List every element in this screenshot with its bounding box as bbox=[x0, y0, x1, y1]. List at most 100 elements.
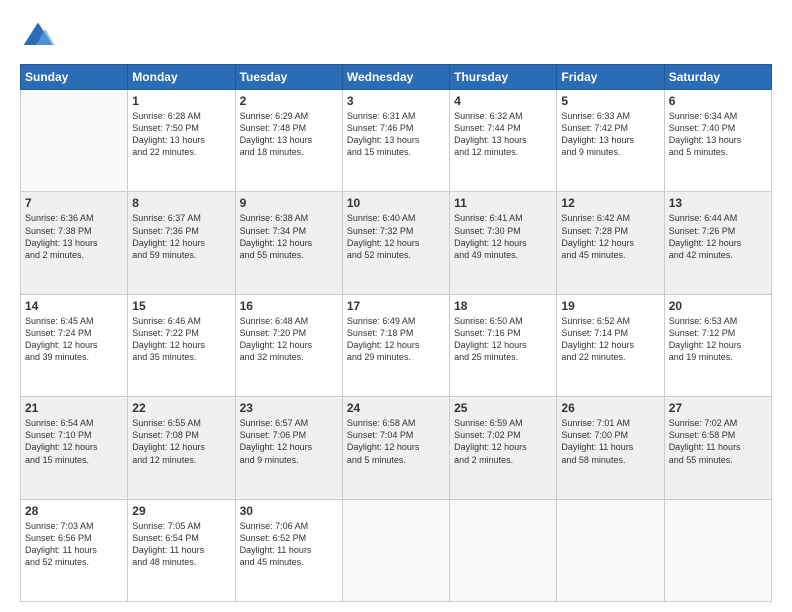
day-number: 18 bbox=[454, 299, 552, 313]
day-number: 20 bbox=[669, 299, 767, 313]
weekday-header-monday: Monday bbox=[128, 65, 235, 90]
calendar-cell: 15 Sunrise: 6:46 AMSunset: 7:22 PMDayligh… bbox=[128, 294, 235, 396]
calendar-cell: 6 Sunrise: 6:34 AMSunset: 7:40 PMDaylight… bbox=[664, 90, 771, 192]
day-info: Sunrise: 6:50 AMSunset: 7:16 PMDaylight:… bbox=[454, 315, 552, 364]
day-info: Sunrise: 6:58 AMSunset: 7:04 PMDaylight:… bbox=[347, 417, 445, 466]
day-info: Sunrise: 6:29 AMSunset: 7:48 PMDaylight:… bbox=[240, 110, 338, 159]
weekday-header-saturday: Saturday bbox=[664, 65, 771, 90]
calendar-cell: 3Sunrise: 6:31 AMSunset: 7:46 PMDaylight… bbox=[342, 90, 449, 192]
calendar-cell: 20 Sunrise: 6:53 AMSunset: 7:12 PMDayligh… bbox=[664, 294, 771, 396]
day-info: Sunrise: 6:54 AMSunset: 7:10 PMDaylight:… bbox=[25, 417, 123, 466]
calendar-cell: 1 Sunrise: 6:28 AMSunset: 7:50 PMDaylight… bbox=[128, 90, 235, 192]
day-info: Sunrise: 6:28 AMSunset: 7:50 PMDaylight:… bbox=[132, 110, 230, 159]
calendar-cell: 23 Sunrise: 6:57 AMSunset: 7:06 PMDayligh… bbox=[235, 397, 342, 499]
weekday-header-row: SundayMondayTuesdayWednesdayThursdayFrid… bbox=[21, 65, 772, 90]
day-number: 11 bbox=[454, 196, 552, 210]
day-number: 3 bbox=[347, 94, 445, 108]
day-info: Sunrise: 6:37 AMSunset: 7:36 PMDaylight:… bbox=[132, 212, 230, 261]
day-info: Sunrise: 6:59 AMSunset: 7:02 PMDaylight:… bbox=[454, 417, 552, 466]
day-info: Sunrise: 6:46 AMSunset: 7:22 PMDaylight:… bbox=[132, 315, 230, 364]
weekday-header-sunday: Sunday bbox=[21, 65, 128, 90]
day-number: 28 bbox=[25, 504, 123, 518]
header bbox=[20, 18, 772, 54]
day-info: Sunrise: 6:33 AMSunset: 7:42 PMDaylight:… bbox=[561, 110, 659, 159]
day-info: Sunrise: 6:34 AMSunset: 7:40 PMDaylight:… bbox=[669, 110, 767, 159]
calendar-cell: 27 Sunrise: 7:02 AMSunset: 6:58 PMDayligh… bbox=[664, 397, 771, 499]
day-info: Sunrise: 6:42 AMSunset: 7:28 PMDaylight:… bbox=[561, 212, 659, 261]
day-info: Sunrise: 6:45 AMSunset: 7:24 PMDaylight:… bbox=[25, 315, 123, 364]
day-number: 17 bbox=[347, 299, 445, 313]
day-number: 23 bbox=[240, 401, 338, 415]
calendar-week-row: 7Sunrise: 6:36 AMSunset: 7:38 PMDaylight… bbox=[21, 192, 772, 294]
day-number: 5 bbox=[561, 94, 659, 108]
calendar-week-row: 14 Sunrise: 6:45 AMSunset: 7:24 PMDayligh… bbox=[21, 294, 772, 396]
calendar-cell bbox=[557, 499, 664, 601]
calendar-cell bbox=[21, 90, 128, 192]
day-info: Sunrise: 6:41 AMSunset: 7:30 PMDaylight:… bbox=[454, 212, 552, 261]
day-info: Sunrise: 6:44 AMSunset: 7:26 PMDaylight:… bbox=[669, 212, 767, 261]
calendar-week-row: 21 Sunrise: 6:54 AMSunset: 7:10 PMDayligh… bbox=[21, 397, 772, 499]
day-number: 15 bbox=[132, 299, 230, 313]
logo bbox=[20, 18, 60, 54]
day-number: 27 bbox=[669, 401, 767, 415]
day-info: Sunrise: 6:53 AMSunset: 7:12 PMDaylight:… bbox=[669, 315, 767, 364]
day-number: 14 bbox=[25, 299, 123, 313]
calendar-week-row: 28 Sunrise: 7:03 AMSunset: 6:56 PMDayligh… bbox=[21, 499, 772, 601]
calendar-cell: 22Sunrise: 6:55 AMSunset: 7:08 PMDayligh… bbox=[128, 397, 235, 499]
day-info: Sunrise: 6:57 AMSunset: 7:06 PMDaylight:… bbox=[240, 417, 338, 466]
day-info: Sunrise: 6:55 AMSunset: 7:08 PMDaylight:… bbox=[132, 417, 230, 466]
day-number: 6 bbox=[669, 94, 767, 108]
calendar-cell bbox=[342, 499, 449, 601]
calendar-cell: 18 Sunrise: 6:50 AMSunset: 7:16 PMDayligh… bbox=[450, 294, 557, 396]
day-number: 4 bbox=[454, 94, 552, 108]
day-number: 1 bbox=[132, 94, 230, 108]
day-info: Sunrise: 7:05 AMSunset: 6:54 PMDaylight:… bbox=[132, 520, 230, 569]
calendar-cell: 12 Sunrise: 6:42 AMSunset: 7:28 PMDayligh… bbox=[557, 192, 664, 294]
calendar-cell: 9 Sunrise: 6:38 AMSunset: 7:34 PMDaylight… bbox=[235, 192, 342, 294]
day-info: Sunrise: 6:49 AMSunset: 7:18 PMDaylight:… bbox=[347, 315, 445, 364]
day-number: 16 bbox=[240, 299, 338, 313]
day-number: 13 bbox=[669, 196, 767, 210]
calendar-cell: 21 Sunrise: 6:54 AMSunset: 7:10 PMDayligh… bbox=[21, 397, 128, 499]
calendar-cell: 4Sunrise: 6:32 AMSunset: 7:44 PMDaylight… bbox=[450, 90, 557, 192]
day-number: 26 bbox=[561, 401, 659, 415]
calendar-week-row: 1 Sunrise: 6:28 AMSunset: 7:50 PMDaylight… bbox=[21, 90, 772, 192]
day-info: Sunrise: 7:02 AMSunset: 6:58 PMDaylight:… bbox=[669, 417, 767, 466]
day-number: 29 bbox=[132, 504, 230, 518]
weekday-header-wednesday: Wednesday bbox=[342, 65, 449, 90]
day-number: 21 bbox=[25, 401, 123, 415]
weekday-header-friday: Friday bbox=[557, 65, 664, 90]
day-info: Sunrise: 7:03 AMSunset: 6:56 PMDaylight:… bbox=[25, 520, 123, 569]
calendar-cell: 28 Sunrise: 7:03 AMSunset: 6:56 PMDayligh… bbox=[21, 499, 128, 601]
calendar-table: SundayMondayTuesdayWednesdayThursdayFrid… bbox=[20, 64, 772, 602]
day-info: Sunrise: 6:40 AMSunset: 7:32 PMDaylight:… bbox=[347, 212, 445, 261]
day-number: 12 bbox=[561, 196, 659, 210]
day-number: 30 bbox=[240, 504, 338, 518]
calendar-cell: 29 Sunrise: 7:05 AMSunset: 6:54 PMDayligh… bbox=[128, 499, 235, 601]
logo-icon bbox=[20, 18, 56, 54]
calendar-cell: 30Sunrise: 7:06 AMSunset: 6:52 PMDayligh… bbox=[235, 499, 342, 601]
calendar-cell: 14 Sunrise: 6:45 AMSunset: 7:24 PMDayligh… bbox=[21, 294, 128, 396]
day-number: 24 bbox=[347, 401, 445, 415]
day-number: 10 bbox=[347, 196, 445, 210]
day-info: Sunrise: 6:52 AMSunset: 7:14 PMDaylight:… bbox=[561, 315, 659, 364]
day-number: 9 bbox=[240, 196, 338, 210]
calendar-cell: 11 Sunrise: 6:41 AMSunset: 7:30 PMDayligh… bbox=[450, 192, 557, 294]
calendar-cell: 5 Sunrise: 6:33 AMSunset: 7:42 PMDaylight… bbox=[557, 90, 664, 192]
page: SundayMondayTuesdayWednesdayThursdayFrid… bbox=[0, 0, 792, 612]
calendar-cell: 8Sunrise: 6:37 AMSunset: 7:36 PMDaylight… bbox=[128, 192, 235, 294]
weekday-header-tuesday: Tuesday bbox=[235, 65, 342, 90]
calendar-cell: 26 Sunrise: 7:01 AMSunset: 7:00 PMDayligh… bbox=[557, 397, 664, 499]
day-number: 25 bbox=[454, 401, 552, 415]
weekday-header-thursday: Thursday bbox=[450, 65, 557, 90]
day-number: 7 bbox=[25, 196, 123, 210]
calendar-cell: 7Sunrise: 6:36 AMSunset: 7:38 PMDaylight… bbox=[21, 192, 128, 294]
calendar-cell: 19 Sunrise: 6:52 AMSunset: 7:14 PMDayligh… bbox=[557, 294, 664, 396]
calendar-cell: 25 Sunrise: 6:59 AMSunset: 7:02 PMDayligh… bbox=[450, 397, 557, 499]
calendar-cell: 10 Sunrise: 6:40 AMSunset: 7:32 PMDayligh… bbox=[342, 192, 449, 294]
day-info: Sunrise: 7:01 AMSunset: 7:00 PMDaylight:… bbox=[561, 417, 659, 466]
day-info: Sunrise: 6:38 AMSunset: 7:34 PMDaylight:… bbox=[240, 212, 338, 261]
day-info: Sunrise: 6:48 AMSunset: 7:20 PMDaylight:… bbox=[240, 315, 338, 364]
calendar-cell: 2Sunrise: 6:29 AMSunset: 7:48 PMDaylight… bbox=[235, 90, 342, 192]
day-number: 19 bbox=[561, 299, 659, 313]
